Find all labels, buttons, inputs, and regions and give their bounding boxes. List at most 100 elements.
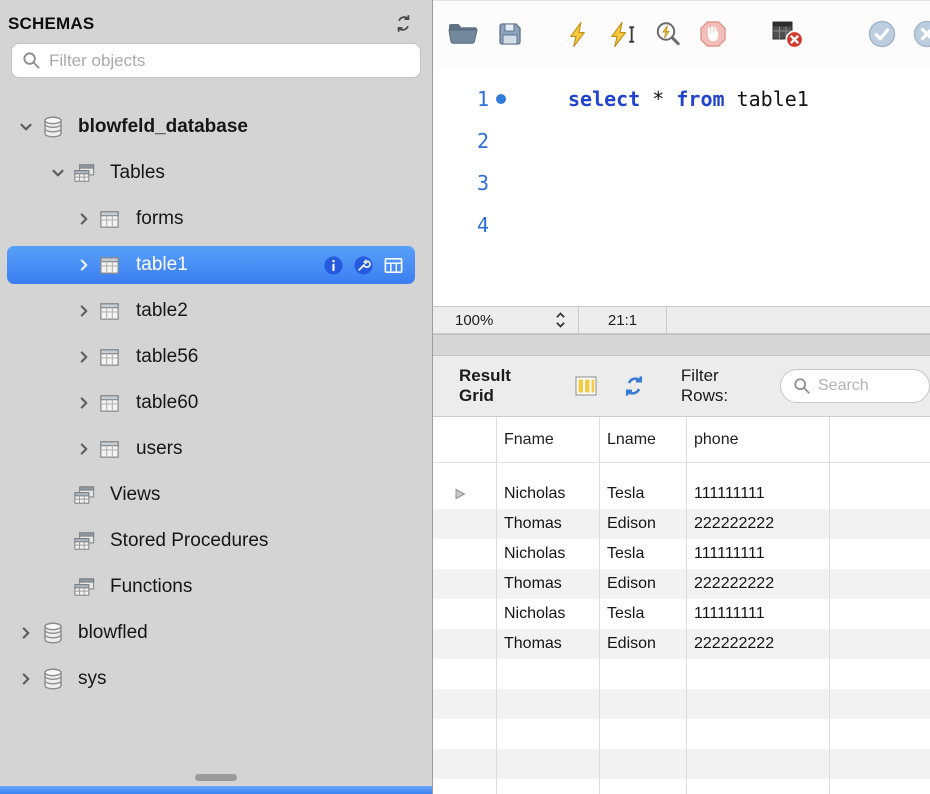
cell[interactable]: Thomas bbox=[496, 569, 599, 599]
empty-cell bbox=[496, 689, 599, 719]
caret-segment: 21:1 bbox=[579, 307, 667, 333]
chevron-right-icon[interactable] bbox=[70, 395, 98, 411]
tree-item-table60[interactable]: table60 bbox=[0, 380, 432, 426]
tree-item-sys[interactable]: sys bbox=[0, 656, 432, 702]
tree-item-label: table2 bbox=[136, 300, 188, 321]
chevron-right-icon[interactable] bbox=[12, 625, 40, 641]
refresh-schemas-icon[interactable] bbox=[393, 13, 414, 34]
chevron-right-icon[interactable] bbox=[70, 349, 98, 365]
tree-item-blowfled[interactable]: blowfled bbox=[0, 610, 432, 656]
row-header-cell[interactable] bbox=[433, 539, 496, 569]
grid-row[interactable]: Nicholas Tesla 111111111 bbox=[433, 599, 930, 629]
cell[interactable]: Nicholas bbox=[496, 599, 599, 629]
table-edit-icon[interactable] bbox=[383, 255, 404, 276]
code-line-1[interactable]: select * from table1 bbox=[568, 78, 809, 120]
column-header-phone[interactable]: phone bbox=[686, 431, 829, 449]
cell[interactable]: Thomas bbox=[496, 509, 599, 539]
tree-item-label: Tables bbox=[110, 162, 165, 183]
cell[interactable]: Edison bbox=[599, 569, 686, 599]
cell[interactable]: Tesla bbox=[599, 599, 686, 629]
schema-filter-box[interactable] bbox=[11, 43, 421, 78]
tree-item-blowfeld-database[interactable]: blowfeld_database bbox=[0, 104, 432, 150]
tree-item-label: Views bbox=[110, 484, 161, 505]
column-header-lname[interactable]: Lname bbox=[599, 431, 686, 449]
cell[interactable]: 222222222 bbox=[686, 569, 829, 599]
cell[interactable]: Nicholas bbox=[496, 479, 599, 509]
cell[interactable]: Thomas bbox=[496, 629, 599, 659]
sql-keyword: select bbox=[568, 87, 641, 111]
grid-row[interactable]: Thomas Edison 222222222 bbox=[433, 629, 930, 659]
code-line-4[interactable] bbox=[568, 204, 809, 246]
toggle-stop-on-error-button[interactable] bbox=[770, 18, 804, 50]
cell[interactable]: 111111111 bbox=[686, 479, 829, 509]
schemas-header: SCHEMAS bbox=[0, 0, 432, 41]
zoom-level: 100% bbox=[455, 311, 494, 329]
commit-button[interactable] bbox=[867, 19, 897, 49]
grid-row[interactable]: Thomas Edison 222222222 bbox=[433, 509, 930, 539]
result-grid: Fname Lname phone Nicholas Tesla 111111111… bbox=[433, 417, 930, 794]
tree-item-table2[interactable]: table2 bbox=[0, 288, 432, 334]
chevron-right-icon[interactable] bbox=[70, 257, 98, 273]
grid-empty-row bbox=[433, 689, 930, 719]
tree-item-label: users bbox=[136, 438, 183, 459]
chevron-right-icon[interactable] bbox=[12, 671, 40, 687]
cell[interactable]: 222222222 bbox=[686, 629, 829, 659]
row-header-cell[interactable] bbox=[433, 569, 496, 599]
cell[interactable]: Edison bbox=[599, 509, 686, 539]
grid-row[interactable]: Nicholas Tesla 111111111 bbox=[433, 539, 930, 569]
tree-item-forms[interactable]: forms bbox=[0, 196, 432, 242]
row-header-cell[interactable] bbox=[433, 509, 496, 539]
empty-cell bbox=[496, 659, 599, 689]
tree-item-table56[interactable]: table56 bbox=[0, 334, 432, 380]
zoom-stepper[interactable] bbox=[553, 309, 568, 331]
sidebar-horizontal-scrollbar[interactable] bbox=[0, 786, 432, 794]
column-visibility-icon[interactable] bbox=[573, 373, 599, 399]
filter-rows-input[interactable] bbox=[818, 377, 908, 395]
sidebar-scroll-handle[interactable] bbox=[195, 774, 237, 781]
tree-item-views[interactable]: Views bbox=[0, 472, 432, 518]
cell[interactable]: 222222222 bbox=[686, 509, 829, 539]
editor-code[interactable]: select * from table1 bbox=[519, 67, 809, 306]
open-script-button[interactable] bbox=[446, 19, 480, 49]
wrench-icon[interactable] bbox=[353, 255, 374, 276]
column-header-fname[interactable]: Fname bbox=[496, 431, 599, 449]
tree-item-label: blowfeld_database bbox=[78, 116, 248, 137]
empty-cell bbox=[686, 749, 829, 779]
rollback-button[interactable] bbox=[912, 19, 930, 49]
sql-editor[interactable]: 1 2 3 4 select * from table1 bbox=[433, 67, 930, 306]
execute-script-button[interactable] bbox=[563, 20, 592, 49]
cell[interactable]: Nicholas bbox=[496, 539, 599, 569]
chevron-right-icon[interactable] bbox=[70, 211, 98, 227]
grid-spacer bbox=[433, 463, 930, 479]
save-script-button[interactable] bbox=[495, 19, 525, 49]
tree-item-tables[interactable]: Tables bbox=[0, 150, 432, 196]
tree-item-users[interactable]: users bbox=[0, 426, 432, 472]
schema-filter-input[interactable] bbox=[49, 50, 410, 71]
grid-row[interactable]: Thomas Edison 222222222 bbox=[433, 569, 930, 599]
chevron-down-icon[interactable] bbox=[44, 165, 72, 181]
tree-item-stored-procedures[interactable]: Stored Procedures bbox=[0, 518, 432, 564]
code-line-2[interactable] bbox=[568, 120, 809, 162]
row-header-cell[interactable] bbox=[433, 479, 496, 509]
chevron-right-icon[interactable] bbox=[70, 303, 98, 319]
refresh-results-icon[interactable] bbox=[621, 373, 647, 399]
cell[interactable]: 111111111 bbox=[686, 599, 829, 629]
chevron-right-icon[interactable] bbox=[70, 441, 98, 457]
tree-item-table1[interactable]: table1 bbox=[0, 242, 432, 288]
tree-item-functions[interactable]: Functions bbox=[0, 564, 432, 610]
explain-plan-button[interactable] bbox=[653, 19, 683, 49]
chevron-down-icon[interactable] bbox=[12, 119, 40, 135]
filter-rows-search[interactable] bbox=[780, 369, 930, 403]
grid-row[interactable]: Nicholas Tesla 111111111 bbox=[433, 479, 930, 509]
cell[interactable]: Tesla bbox=[599, 539, 686, 569]
code-line-3[interactable] bbox=[568, 162, 809, 204]
cell[interactable]: 111111111 bbox=[686, 539, 829, 569]
cell[interactable]: Tesla bbox=[599, 479, 686, 509]
execute-statement-button[interactable] bbox=[607, 20, 638, 49]
cell[interactable]: Edison bbox=[599, 629, 686, 659]
row-header-cell[interactable] bbox=[433, 599, 496, 629]
info-icon[interactable] bbox=[323, 255, 344, 276]
row-header-cell[interactable] bbox=[433, 629, 496, 659]
pane-splitter[interactable] bbox=[433, 334, 930, 356]
stop-query-button[interactable] bbox=[698, 19, 728, 49]
